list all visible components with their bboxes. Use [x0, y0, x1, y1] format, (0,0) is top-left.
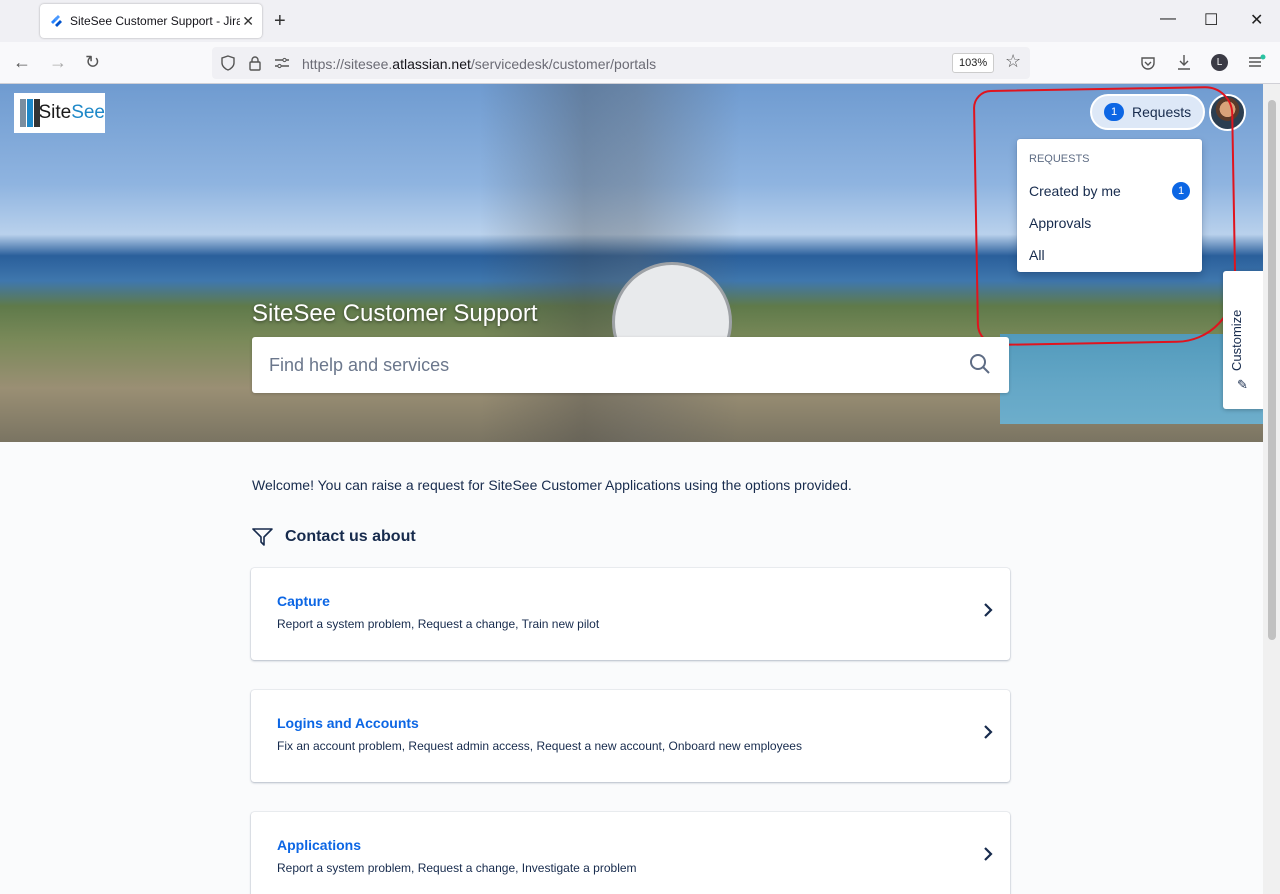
address-bar[interactable]: https://sitesee.atlassian.net/servicedes… — [212, 47, 1030, 79]
filter-icon — [252, 528, 273, 546]
bookmark-star-icon[interactable]: ☆ — [1005, 51, 1021, 72]
request-type-card-applications[interactable]: Applications Report a system problem, Re… — [251, 812, 1010, 894]
requests-dropdown: REQUESTS Created by me 1 Approvals All — [1017, 139, 1202, 272]
menu-item-label: All — [1029, 247, 1045, 263]
page: SiteSee 1 Requests REQUESTS Created by m… — [0, 84, 1263, 894]
sitesee-logo[interactable]: SiteSee — [14, 93, 105, 133]
forward-icon[interactable]: → — [49, 52, 67, 73]
created-by-me-badge: 1 — [1172, 182, 1190, 200]
reload-icon[interactable]: ↻ — [85, 52, 100, 73]
card-description: Report a system problem, Request a chang… — [277, 617, 600, 631]
browser-navbar: ← → ↻ https://sitesee.atlassian.net/serv… — [0, 42, 1280, 84]
zoom-level[interactable]: 103% — [952, 53, 995, 73]
maximize-icon[interactable]: ☐ — [1204, 10, 1218, 30]
request-type-card-logins[interactable]: Logins and Accounts Fix an account probl… — [251, 690, 1010, 782]
menu-item-label: Approvals — [1029, 215, 1092, 231]
requests-count-badge: 1 — [1104, 103, 1124, 121]
chevron-right-icon — [984, 603, 993, 617]
search-box[interactable] — [252, 337, 1009, 393]
jira-icon — [51, 15, 62, 27]
card-description: Report a system problem, Request a chang… — [277, 861, 637, 875]
menu-item-all[interactable]: All — [1017, 239, 1202, 271]
browser-tabbar: SiteSee Customer Support - Jira ✕ + — ☐ … — [0, 0, 1280, 42]
close-window-icon[interactable]: ✕ — [1250, 10, 1263, 30]
chevron-right-icon — [984, 847, 993, 861]
logo-text: SiteSee — [38, 102, 105, 123]
portal-title: SiteSee Customer Support — [252, 300, 538, 327]
lock-icon[interactable] — [248, 55, 262, 71]
avatar[interactable] — [1209, 94, 1246, 131]
menu-item-approvals[interactable]: Approvals — [1017, 207, 1202, 239]
hero-banner: SiteSee 1 Requests REQUESTS Created by m… — [0, 84, 1263, 442]
card-title[interactable]: Capture — [277, 593, 330, 609]
card-description: Fix an account problem, Request admin ac… — [277, 739, 802, 753]
close-tab-icon[interactable]: ✕ — [242, 13, 254, 30]
pocket-icon[interactable] — [1140, 55, 1156, 71]
pencil-icon: ✎ — [1237, 377, 1248, 392]
logo-mark-icon — [20, 97, 40, 129]
customize-label: Customize — [1229, 309, 1244, 371]
menu-item-label: Created by me — [1029, 183, 1121, 199]
contact-title: Contact us about — [285, 528, 416, 545]
page-scrollbar[interactable] — [1263, 84, 1280, 894]
menu-icon[interactable] — [1248, 54, 1266, 70]
permissions-icon[interactable] — [274, 56, 290, 70]
minimize-icon[interactable]: — — [1160, 10, 1176, 28]
requests-label: Requests — [1132, 104, 1192, 120]
contact-heading: Contact us about — [252, 528, 416, 546]
profile-icon[interactable]: L — [1211, 54, 1228, 71]
scrollbar-thumb[interactable] — [1268, 100, 1276, 640]
browser-tab[interactable]: SiteSee Customer Support - Jira ✕ — [40, 4, 262, 38]
request-type-card-capture[interactable]: Capture Report a system problem, Request… — [251, 568, 1010, 660]
customize-button[interactable]: Customize ✎ — [1223, 271, 1263, 409]
menu-item-created-by-me[interactable]: Created by me 1 — [1017, 175, 1202, 207]
search-input[interactable] — [252, 337, 952, 393]
dropdown-heading: REQUESTS — [1029, 153, 1090, 165]
new-tab-button[interactable]: + — [274, 10, 286, 33]
card-title[interactable]: Applications — [277, 837, 361, 853]
chevron-right-icon — [984, 725, 993, 739]
welcome-message: Welcome! You can raise a request for Sit… — [252, 477, 852, 493]
download-icon[interactable] — [1176, 54, 1192, 71]
tab-title: SiteSee Customer Support - Jira — [70, 14, 240, 28]
url-text[interactable]: https://sitesee.atlassian.net/servicedes… — [302, 56, 656, 72]
requests-button[interactable]: 1 Requests — [1090, 94, 1206, 130]
card-title[interactable]: Logins and Accounts — [277, 715, 419, 731]
shield-icon[interactable] — [220, 55, 236, 71]
back-icon[interactable]: ← — [13, 52, 31, 73]
search-icon[interactable] — [969, 353, 991, 375]
